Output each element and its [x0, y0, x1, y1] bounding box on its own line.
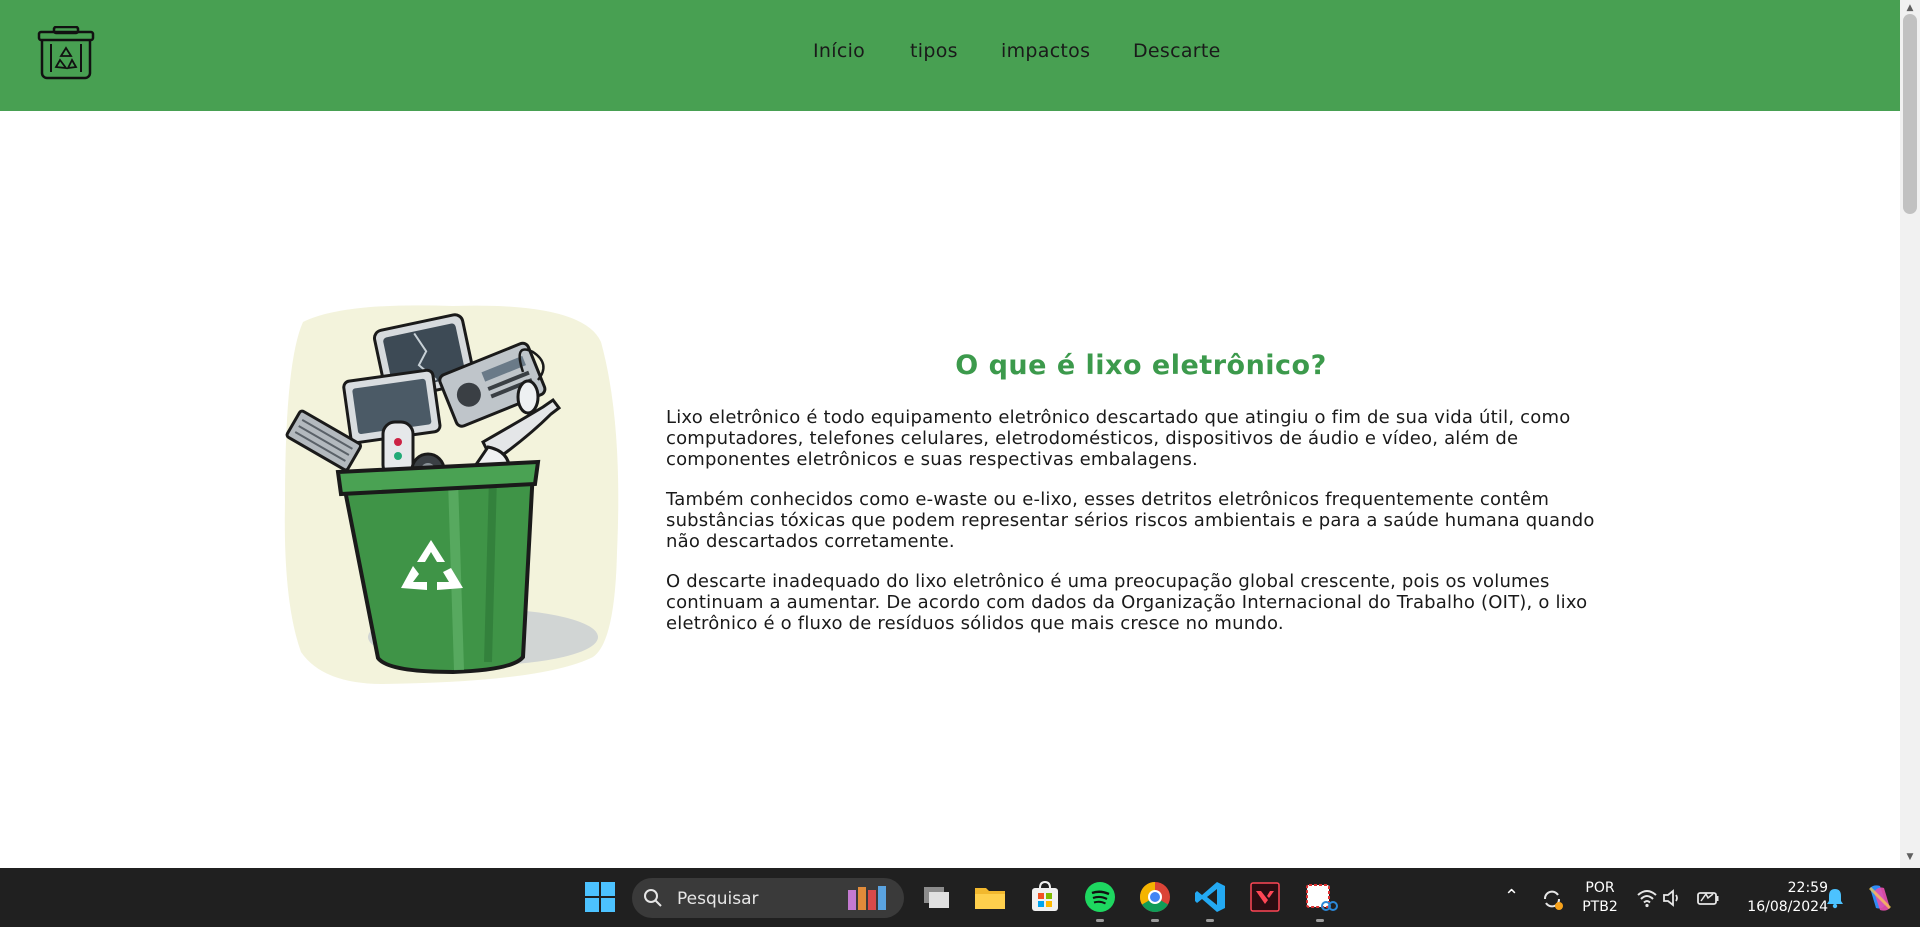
paragraph-definition: Lixo eletrônico é todo equipamento eletr…: [666, 407, 1571, 470]
paragraph-toxic-substances: Também conhecidos como e-waste ou e-lixo…: [666, 489, 1595, 552]
browser-viewport: Início tipos impactos Descarte O que é l…: [0, 0, 1900, 868]
task-view-icon[interactable]: [918, 879, 954, 915]
language-code: POR: [1585, 880, 1615, 896]
sync-update-icon[interactable]: [1540, 887, 1564, 911]
snipping-tool-running-indicator: [1316, 919, 1324, 922]
microsoft-store-icon[interactable]: [1027, 879, 1063, 915]
battery-icon[interactable]: [1696, 888, 1720, 908]
paragraph-global-concern: O descarte inadequado do lixo eletrônico…: [666, 571, 1588, 634]
nav-item-inicio[interactable]: Início: [813, 40, 865, 62]
clock-date: 16/08/2024: [1747, 899, 1828, 915]
vscode-running-indicator: [1206, 919, 1214, 922]
scroll-down-arrow-icon[interactable]: ▼: [1903, 850, 1917, 864]
clock-time: 22:59: [1787, 880, 1828, 896]
wifi-icon[interactable]: [1636, 888, 1658, 908]
valorant-icon[interactable]: [1247, 879, 1283, 915]
site-header: Início tipos impactos Descarte: [0, 0, 1900, 111]
search-highlight-books-icon: [848, 886, 886, 910]
nav-item-tipos[interactable]: tipos: [910, 40, 958, 62]
start-icon[interactable]: [582, 879, 618, 915]
volume-icon[interactable]: [1662, 888, 1684, 908]
keyboard-layout: PTB2: [1582, 899, 1618, 915]
vscode-icon[interactable]: [1192, 879, 1228, 915]
main-nav: Início tipos impactos Descarte: [0, 0, 1900, 111]
chrome-icon[interactable]: [1137, 879, 1173, 915]
spotify-running-indicator: [1096, 919, 1104, 922]
windows-taskbar: [0, 868, 1920, 927]
file-explorer-icon[interactable]: [972, 879, 1008, 915]
nav-item-impactos[interactable]: impactos: [1001, 40, 1090, 62]
show-hidden-icons-chevron-icon[interactable]: ⌃: [1504, 886, 1519, 907]
e-waste-bin-illustration: [284, 305, 619, 684]
copilot-icon[interactable]: [1864, 882, 1896, 914]
clock[interactable]: 22:59 16/08/2024: [1732, 879, 1828, 917]
chrome-running-indicator: [1151, 919, 1159, 922]
scroll-up-arrow-icon[interactable]: ▲: [1903, 1, 1917, 15]
scrollbar-thumb[interactable]: [1903, 14, 1917, 214]
snipping-tool-icon[interactable]: [1302, 879, 1338, 915]
search-icon: [644, 889, 662, 907]
language-indicator[interactable]: POR PTB2: [1578, 879, 1622, 917]
notification-bell-icon[interactable]: [1825, 887, 1845, 909]
nav-item-descarte[interactable]: Descarte: [1133, 40, 1221, 62]
section-title: O que é lixo eletrônico?: [955, 350, 1327, 381]
spotify-icon[interactable]: [1082, 879, 1118, 915]
search-placeholder: Pesquisar: [677, 889, 759, 909]
